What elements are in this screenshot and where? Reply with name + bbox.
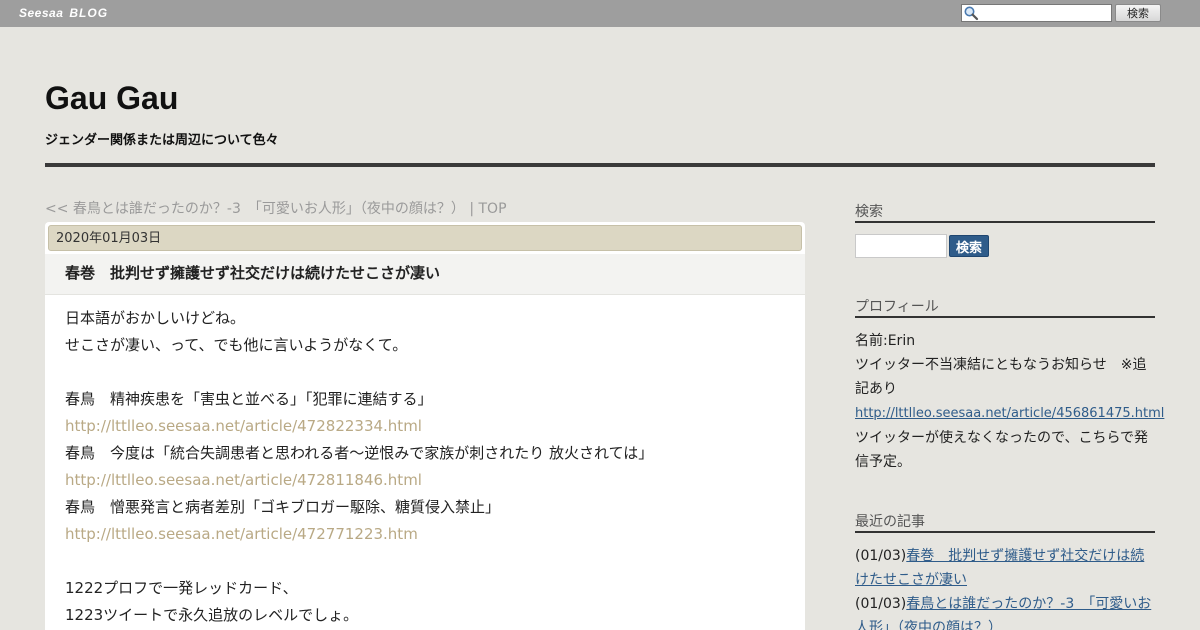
top-search-input[interactable] (979, 6, 1121, 20)
top-search-field[interactable] (961, 4, 1121, 22)
article-date: 2020年01月03日 (48, 225, 802, 251)
sidebar-profile-widget: プロフィール (855, 293, 1155, 318)
sidebar-recent-heading: 最近の記事 (855, 508, 1155, 533)
recent-articles-list: (01/03)春巻 批判せず擁護せず社交だけは続けたせこさが凄い (01/03)… (855, 544, 1155, 630)
recent-article-date: (01/03) (855, 596, 907, 612)
seesaa-blog-logo[interactable]: Seesaa BLOG (19, 5, 108, 21)
recent-article-item: (01/03)春巻 批判せず擁護せず社交だけは続けたせこさが凄い (855, 544, 1155, 592)
top-link[interactable]: TOP (479, 201, 507, 217)
blog-description: ジェンダー関係または周辺について色々 (45, 133, 279, 148)
prev-article-link[interactable]: << 春鳥とは誰だったのか？-3 「可愛いお人形」（夜中の顔は？） (45, 201, 465, 217)
article-link[interactable]: http://lttlleo.seesaa.net/article/472771… (65, 521, 795, 548)
recent-article-date: (01/03) (855, 548, 907, 564)
sidebar-search-input[interactable] (855, 234, 947, 258)
logo-text-seesaa: Seesaa (19, 6, 64, 20)
article-title[interactable]: 春巻 批判せず擁護せず社交だけは続けたせこさが凄い (45, 254, 805, 295)
profile-text: ツイッターが使えなくなったので、こちらで発信予定。 (855, 430, 1149, 470)
article-body: 日本語がおかしいけどね。 せこさが凄い、って、でも他に言いようがなくて。 春鳥 … (65, 305, 795, 629)
profile-link[interactable]: http://lttlleo.seesaa.net/article/456861… (855, 406, 1164, 421)
body-line: 春鳥 憎悪発言と病者差別「ゴキブロガー駆除、糖質侵入禁止」 (65, 498, 501, 516)
body-line: 1223ツイートで永久追放のレベルでしょ。 (65, 606, 359, 624)
article: 2020年01月03日 春巻 批判せず擁護せず社交だけは続けたせこさが凄い 日本… (45, 222, 805, 630)
body-line-blank (65, 359, 795, 386)
header-divider (45, 163, 1155, 167)
sidebar-search-widget: 検索 (855, 198, 1155, 223)
top-bar: Seesaa BLOG 検索 (0, 0, 1200, 27)
article-link[interactable]: http://lttlleo.seesaa.net/article/472811… (65, 467, 795, 494)
profile-text: ツイッター不当凍結にともなうお知らせ ※追記あり (855, 357, 1147, 397)
body-line: 春鳥 精神疾患を「害虫と並べる」「犯罪に連結する」 (65, 390, 433, 408)
sidebar-profile-heading: プロフィール (855, 293, 1155, 318)
logo-text-blog: BLOG (69, 6, 109, 20)
body-line: せこさが凄い、って、でも他に言いようがなくて。 (65, 336, 408, 354)
blog-title[interactable]: Gau Gau (45, 80, 178, 117)
body-line-blank (65, 548, 795, 575)
article-navigation: << 春鳥とは誰だったのか？-3 「可愛いお人形」（夜中の顔は？） | TOP (45, 198, 507, 218)
body-line: 春鳥 今度は「統合失調患者と思われる者～逆恨みで家族が刺されたり 放火されては」 (65, 444, 654, 462)
search-icon (963, 5, 979, 21)
recent-article-item: (01/03)春鳥とは誰だったのか？-3 「可愛いお人形」（夜中の顔は？） (855, 592, 1155, 630)
body-line: 1222プロフで一発レッドカード、 (65, 579, 298, 597)
article-link[interactable]: http://lttlleo.seesaa.net/article/472822… (65, 413, 795, 440)
profile-content: 名前:Erin ツイッター不当凍結にともなうお知らせ ※追記あり http://… (855, 329, 1164, 474)
nav-separator: | (464, 201, 479, 217)
profile-name: 名前:Erin (855, 333, 916, 349)
top-search-button[interactable]: 検索 (1115, 4, 1161, 22)
sidebar-search-heading: 検索 (855, 198, 1155, 223)
body-line: 日本語がおかしいけどね。 (65, 309, 246, 327)
sidebar-recent-widget: 最近の記事 (855, 508, 1155, 533)
sidebar-search-button[interactable]: 検索 (949, 235, 989, 257)
